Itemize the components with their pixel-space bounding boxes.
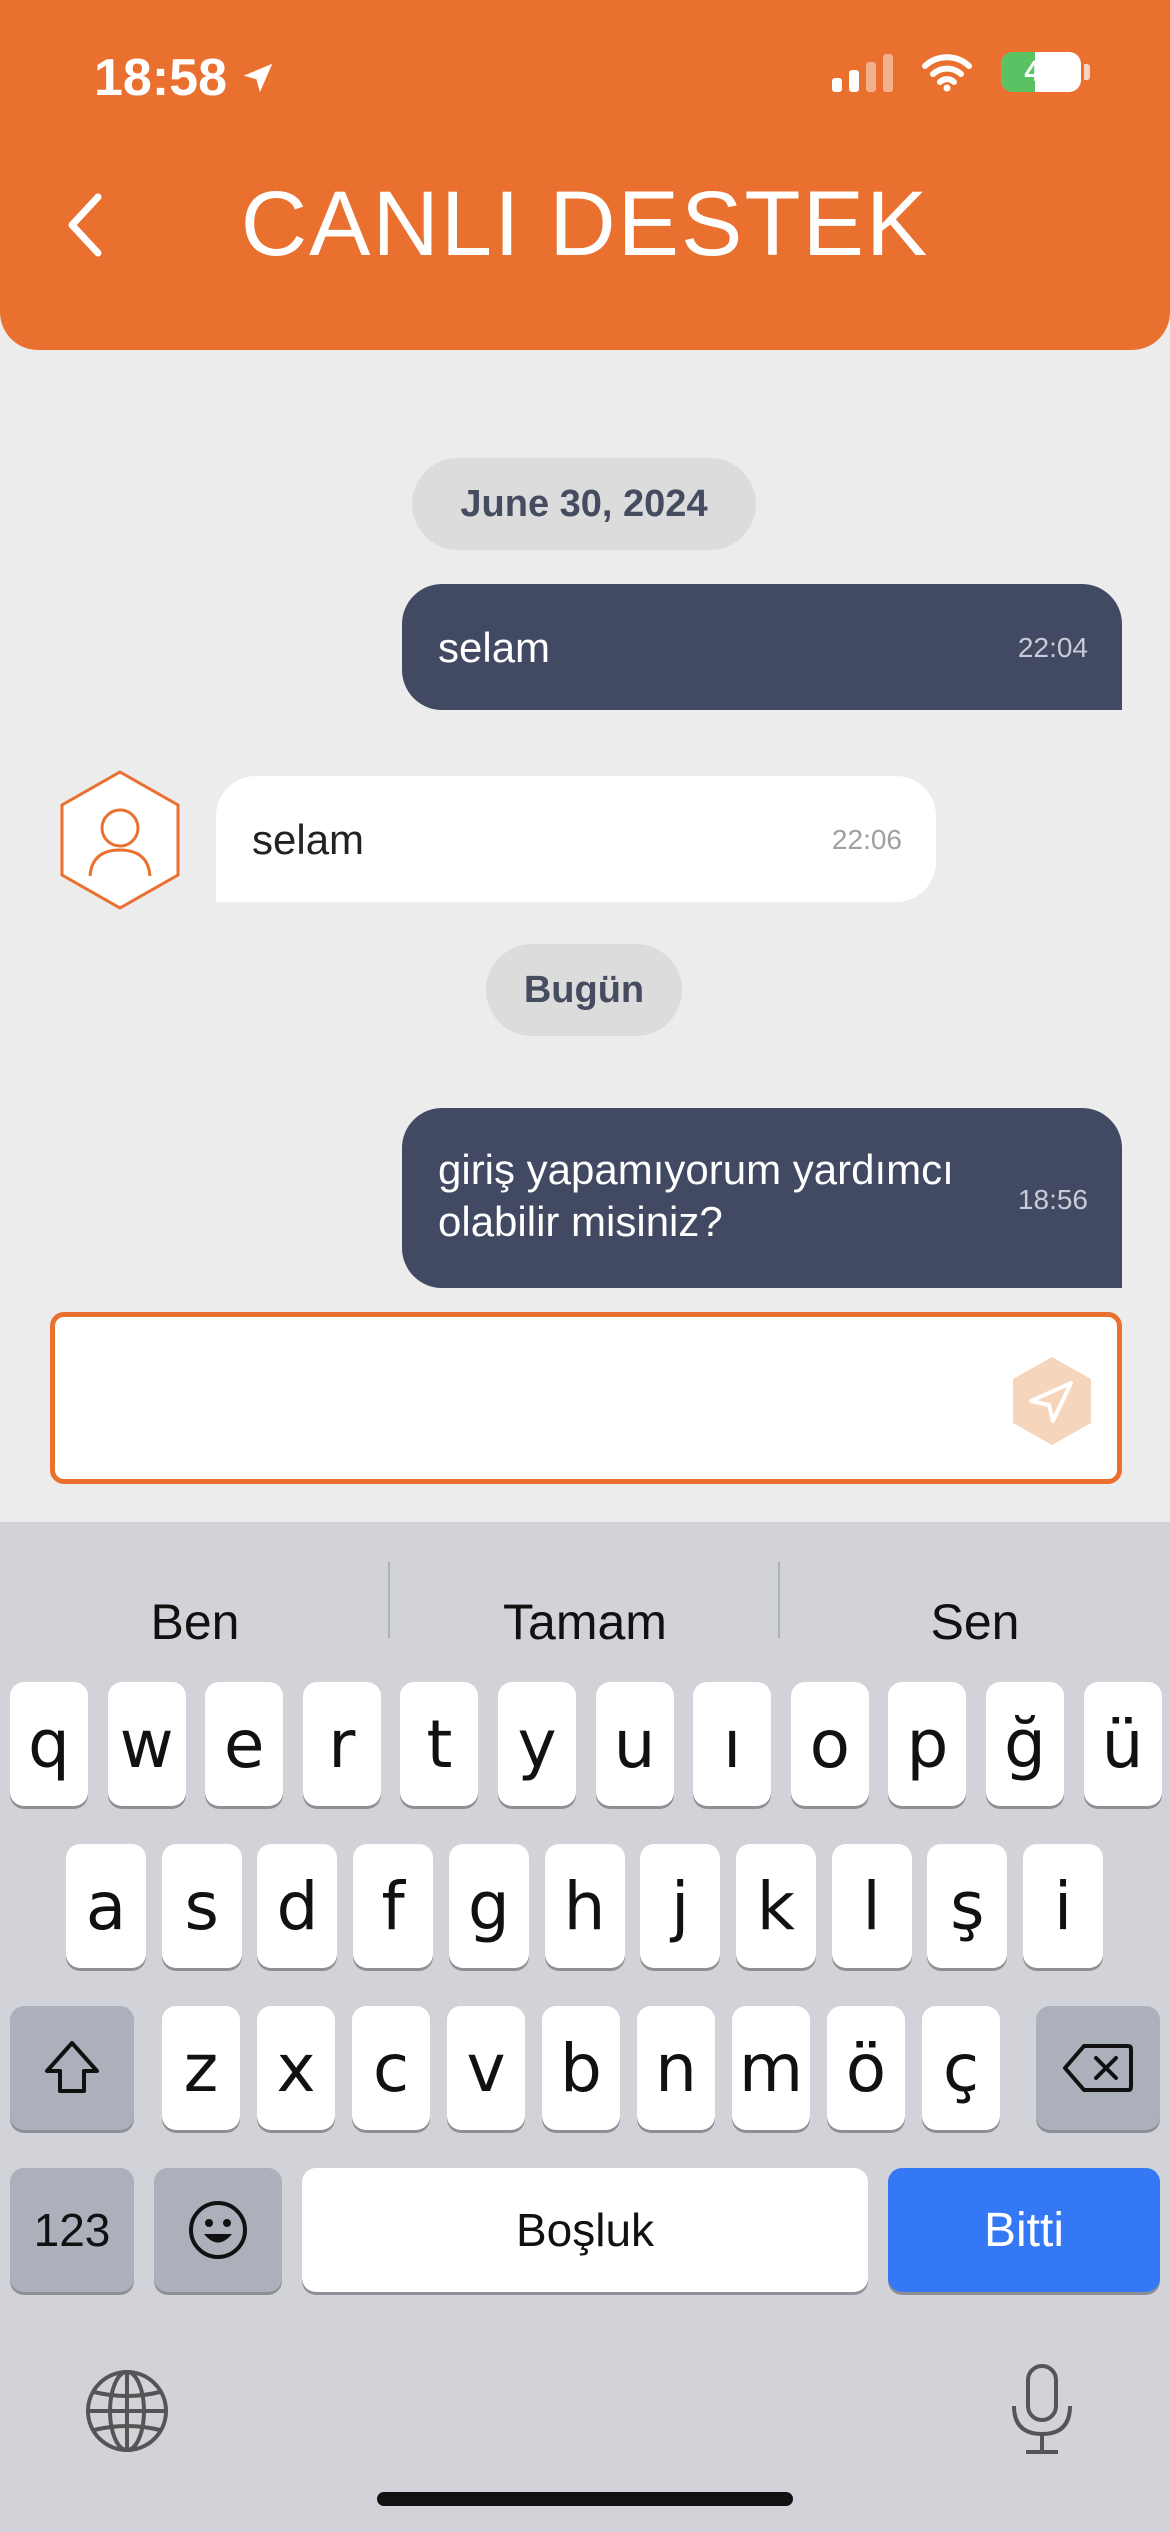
key-m[interactable]: m [732, 2006, 810, 2130]
date-separator: Bugün [486, 944, 682, 1036]
page-title: CANLI DESTEK [240, 173, 930, 275]
message-time: 22:04 [1017, 632, 1088, 663]
status-time: 18:58 [94, 48, 277, 108]
home-indicator [377, 2492, 793, 2506]
outgoing-message: selam 22:04 [402, 584, 1122, 710]
space-key[interactable]: Boşluk [302, 2168, 868, 2292]
key-a[interactable]: a [66, 1844, 146, 1968]
done-key[interactable]: Bitti [888, 2168, 1160, 2292]
key-g[interactable]: g [448, 1844, 529, 1968]
shift-icon [45, 2041, 99, 2093]
key-i[interactable]: i [1023, 1844, 1103, 1968]
key-ı[interactable]: ı [693, 1682, 772, 1806]
microphone-icon[interactable] [1006, 2362, 1078, 2458]
key-n[interactable]: n [637, 2006, 715, 2130]
key-o[interactable]: o [790, 1682, 869, 1806]
key-t[interactable]: t [400, 1682, 479, 1806]
key-k[interactable]: k [735, 1844, 816, 1968]
message-line: olabilir misiniz? [438, 1198, 723, 1245]
message-time: 18:56 [1017, 1184, 1088, 1215]
signal-icon [832, 52, 893, 92]
numbers-key[interactable]: 123 [10, 2168, 134, 2292]
key-z[interactable]: z [162, 2006, 240, 2130]
key-v[interactable]: v [447, 2006, 525, 2130]
key-f[interactable]: f [353, 1844, 434, 1968]
key-x[interactable]: x [257, 2006, 335, 2130]
key-h[interactable]: h [544, 1844, 625, 1968]
key-u[interactable]: u [595, 1682, 674, 1806]
key-l[interactable]: l [831, 1844, 912, 1968]
emoji-key[interactable] [154, 2168, 282, 2292]
incoming-message: selam 22:06 [216, 776, 936, 902]
key-d[interactable]: d [257, 1844, 338, 1968]
support-avatar-icon [60, 770, 180, 910]
location-arrow-icon [243, 63, 273, 93]
key-w[interactable]: w [107, 1682, 186, 1806]
message-text: giriş yapamıyorum yardımcı olabilir misi… [438, 1144, 954, 1248]
suggestion-2[interactable]: Tamam [390, 1562, 780, 1682]
emoji-icon [189, 2201, 247, 2259]
globe-icon[interactable] [84, 2368, 170, 2454]
message-composer [50, 1312, 1122, 1484]
suggestion-3[interactable]: Sen [780, 1562, 1170, 1682]
clock-text: 18:58 [94, 49, 227, 107]
outgoing-message: giriş yapamıyorum yardımcı olabilir misi… [402, 1108, 1122, 1288]
key-q[interactable]: q [10, 1682, 88, 1806]
key-ş[interactable]: ş [927, 1844, 1008, 1968]
key-b[interactable]: b [542, 2006, 620, 2130]
chat-screen: 18:58 42 CANLI DESTEK June 30, 2024 sela… [0, 0, 1170, 2532]
key-j[interactable]: j [640, 1844, 721, 1968]
battery-level: 42 [1024, 55, 1058, 88]
key-s[interactable]: s [161, 1844, 242, 1968]
status-icons: 42 [832, 52, 1090, 92]
key-ç[interactable]: ç [922, 2006, 1000, 2130]
battery-icon: 42 [1001, 52, 1081, 92]
backspace-icon [1063, 2044, 1133, 2092]
suggestion-1[interactable]: Ben [0, 1562, 390, 1682]
send-button[interactable] [1011, 1355, 1093, 1447]
message-text: selam [438, 624, 551, 671]
shift-key[interactable] [10, 2006, 134, 2130]
key-e[interactable]: e [205, 1682, 284, 1806]
message-input[interactable] [79, 1347, 999, 1447]
message-line: giriş yapamıyorum yardımcı [438, 1146, 954, 1193]
key-c[interactable]: c [352, 2006, 430, 2130]
message-time: 22:06 [831, 824, 902, 855]
key-ö[interactable]: ö [827, 2006, 905, 2130]
key-y[interactable]: y [498, 1682, 576, 1806]
wifi-icon [922, 54, 972, 92]
message-text: selam [252, 816, 365, 863]
backspace-key[interactable] [1036, 2006, 1160, 2130]
date-separator: June 30, 2024 [412, 458, 756, 550]
header-bar: 18:58 42 CANLI DESTEK [0, 0, 1170, 350]
key-ğ[interactable]: ğ [986, 1682, 1064, 1806]
key-r[interactable]: r [302, 1682, 381, 1806]
key-p[interactable]: p [888, 1682, 967, 1806]
key-ü[interactable]: ü [1083, 1682, 1162, 1806]
